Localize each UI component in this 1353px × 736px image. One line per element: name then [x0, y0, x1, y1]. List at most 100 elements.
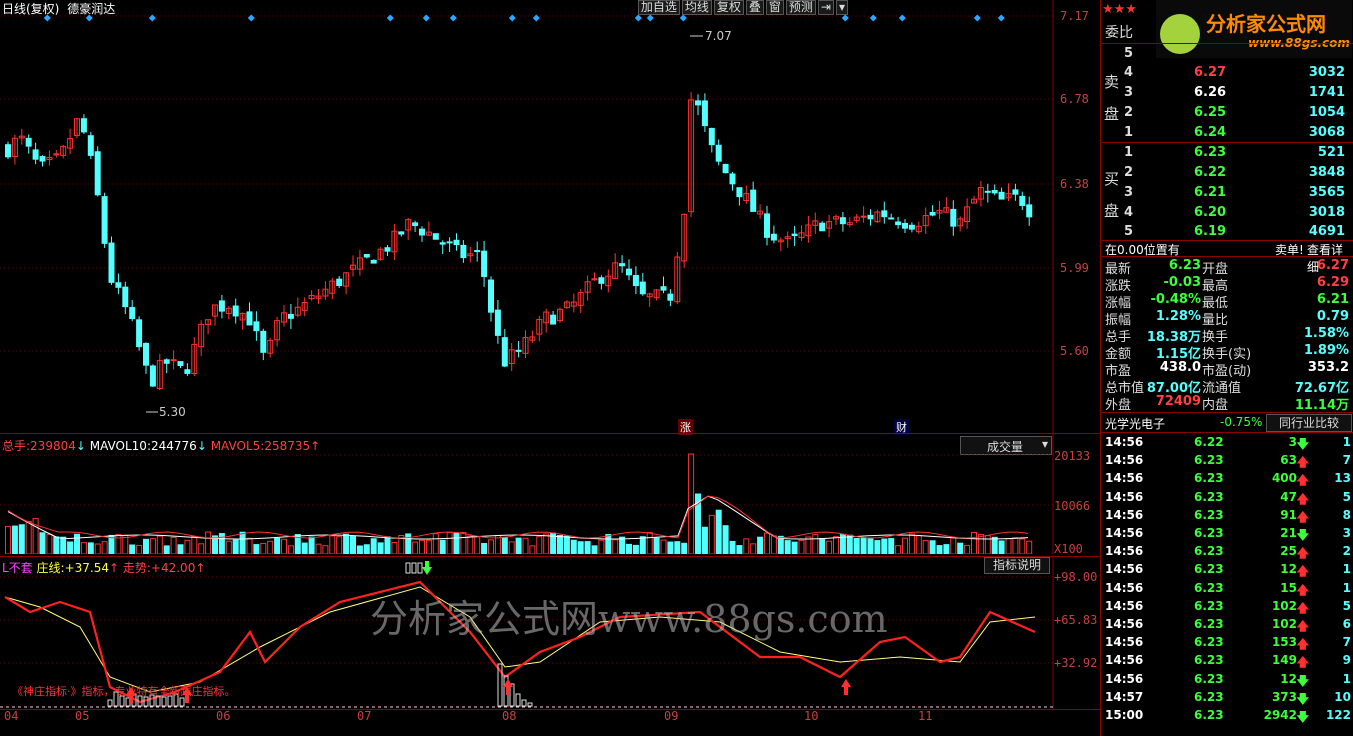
tick-row[interactable]: 14:56 6.23 21 🡇 3: [1102, 525, 1353, 543]
volume-bar: [757, 536, 764, 554]
tick-row[interactable]: 14:56 6.23 15 🡅 1: [1102, 580, 1353, 598]
tick-row[interactable]: 15:00 6.23 2942 🡇 122: [1102, 707, 1353, 725]
ask-row[interactable]: 5: [1102, 44, 1353, 64]
volume-bar: [646, 531, 653, 554]
quote-row: 金额 1.15亿 换手(实) 1.89%: [1102, 343, 1353, 362]
candle-body: [439, 242, 446, 245]
volume-bar: [149, 538, 156, 554]
industry-compare-button[interactable]: 同行业比较: [1266, 414, 1352, 432]
signal-bar: [509, 683, 515, 707]
volume-bar: [791, 541, 798, 554]
volume-bar: [874, 540, 881, 554]
tick-row[interactable]: 14:56 6.22 3 🡇 1: [1102, 434, 1353, 452]
candle-body: [232, 305, 239, 317]
candlestick-chart[interactable]: [0, 0, 1101, 433]
volume-bar: [764, 532, 770, 554]
tick-row[interactable]: 14:56 6.23 153 🡅 7: [1102, 634, 1353, 652]
volume-bar: [612, 539, 619, 554]
tick-price: 6.23: [1194, 635, 1224, 650]
candle-body: [770, 233, 777, 241]
volume-bar: [177, 544, 184, 554]
tick-time: 14:56: [1105, 544, 1144, 559]
chart-area[interactable]: 日线(复权) 德豪润达 加自选 均线 复权 叠 窗 预测 ⇥ ▾ 7.17 6.…: [0, 0, 1101, 736]
tick-row[interactable]: 14:56 6.23 102 🡅 5: [1102, 598, 1353, 616]
volume-bar: [715, 509, 722, 554]
candle-body: [101, 196, 108, 244]
volume-bar: [11, 525, 18, 554]
volume-bar: [598, 539, 605, 554]
volume-bar: [915, 535, 922, 554]
ask-row[interactable]: 1 6.24 3068: [1102, 123, 1353, 143]
volume-bar: [950, 537, 957, 554]
tick-row[interactable]: 14:57 6.23 373 🡇 10: [1102, 689, 1353, 707]
volume-bar: [819, 537, 826, 554]
candle-body: [25, 137, 32, 147]
tick-price: 6.23: [1194, 617, 1224, 631]
bid-row[interactable]: 4 6.20 3018: [1102, 203, 1353, 223]
volume-bar: [722, 525, 729, 554]
price-tick: 5.60: [1060, 344, 1089, 358]
tick-row[interactable]: 14:56 6.23 63 🡅 7: [1102, 452, 1353, 470]
volume-bar: [798, 539, 805, 554]
tick-row[interactable]: 14:56 6.23 400 🡅 13: [1102, 470, 1353, 488]
tick-row[interactable]: 14:56 6.23 91 🡅 8: [1102, 507, 1353, 525]
tick-count: 6: [1342, 617, 1351, 631]
price-tick: 6.78: [1060, 92, 1089, 106]
volume-bar: [25, 520, 32, 554]
tick-volume: 91: [1280, 507, 1297, 522]
candle-body: [626, 268, 632, 276]
volume-bar: [922, 540, 929, 554]
arrow-down-icon: [422, 561, 432, 575]
tick-price: 6.22: [1194, 435, 1224, 449]
candle-body: [667, 293, 674, 301]
candle-body: [908, 224, 915, 230]
tick-row[interactable]: 14:56 6.23 149 🡅 9: [1102, 652, 1353, 670]
candle-body: [398, 231, 405, 235]
candle-body: [115, 282, 122, 288]
volume-bar: [274, 537, 281, 554]
volume-bar: [80, 542, 87, 554]
quote-row: 涨跌 -0.03 最高 6.29: [1102, 275, 1353, 294]
ask-row[interactable]: 4 6.27 3032: [1102, 63, 1353, 83]
volume-bar: [281, 538, 287, 554]
candle-body: [412, 222, 419, 227]
x-tick: 06: [216, 709, 231, 723]
signal-bar: [179, 697, 185, 707]
candle-body: [715, 144, 722, 162]
candle-body: [253, 321, 260, 332]
candle-body: [184, 369, 191, 374]
x-tick: 10: [804, 709, 819, 723]
volume-chart[interactable]: [0, 434, 1101, 554]
tick-price: 6.23: [1194, 562, 1224, 577]
volume-bar: [736, 545, 743, 554]
volume-bar: [5, 525, 11, 554]
tick-row[interactable]: 14:56 6.23 102 🡅 6: [1102, 616, 1353, 634]
candle-body: [363, 253, 370, 258]
tick-price: 6.23: [1194, 671, 1224, 686]
tick-price: 6.23: [1194, 544, 1224, 559]
tick-row[interactable]: 14:56 6.23 47 🡅 5: [1102, 489, 1353, 507]
tick-row[interactable]: 14:56 6.23 12 🡅 1: [1102, 561, 1353, 579]
signal-diamond: [148, 14, 156, 22]
volume-bar: [826, 540, 833, 554]
bid-row[interactable]: 2 6.22 3848: [1102, 163, 1353, 183]
indicator-tick: +32.92: [1054, 656, 1098, 670]
bid-row[interactable]: 1 6.23 521: [1102, 143, 1353, 163]
bid-row[interactable]: 5 6.19 4691: [1102, 222, 1353, 242]
industry-name[interactable]: 光学光电子: [1105, 415, 1165, 432]
bid-row[interactable]: 3 6.21 3565: [1102, 183, 1353, 203]
ask-row[interactable]: 3 6.26 1741: [1102, 83, 1353, 103]
volume-bar: [363, 544, 370, 554]
tick-time: 14:56: [1105, 562, 1144, 577]
quote-row: 振幅 1.28% 量比 0.79: [1102, 309, 1353, 328]
tick-time: 14:56: [1105, 580, 1144, 595]
volume-bar: [964, 544, 971, 554]
volume-bar: [350, 536, 356, 554]
tick-row[interactable]: 14:56 6.23 12 🡇 1: [1102, 671, 1353, 689]
ask-row[interactable]: 2 6.25 1054: [1102, 103, 1353, 123]
candle-body: [136, 319, 143, 348]
tick-row[interactable]: 14:56 6.23 25 🡅 2: [1102, 543, 1353, 561]
candle-body: [129, 307, 136, 320]
tick-volume: 149: [1271, 653, 1297, 668]
volume-bar: [971, 531, 977, 554]
